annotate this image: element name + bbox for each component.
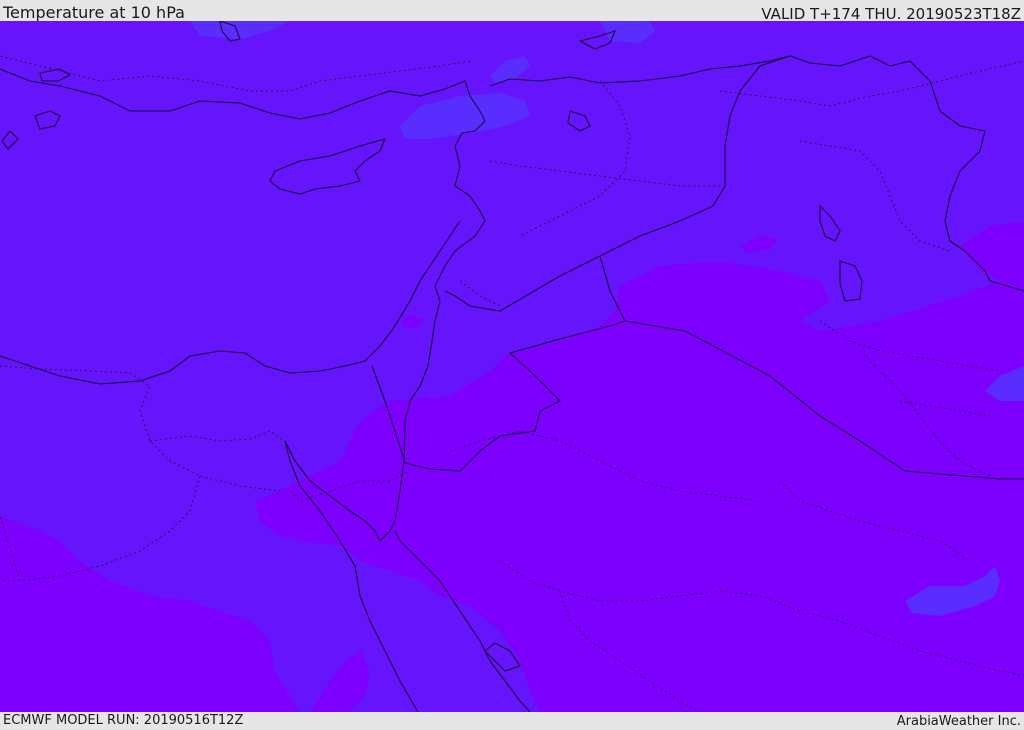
model-run-label: ECMWF MODEL RUN: 20190516T12Z — [3, 713, 244, 728]
temperature-map[interactable] — [0, 21, 1024, 712]
credit-label: ArabiaWeather Inc. — [896, 714, 1021, 729]
footer-bar: ECMWF MODEL RUN: 20190516T12Z ArabiaWeat… — [0, 712, 1024, 729]
map-title: Temperature at 10 hPa — [3, 3, 185, 22]
title-bar: Temperature at 10 hPa VALID T+174 THU. 2… — [0, 0, 1024, 23]
map-canvas — [0, 21, 1024, 712]
